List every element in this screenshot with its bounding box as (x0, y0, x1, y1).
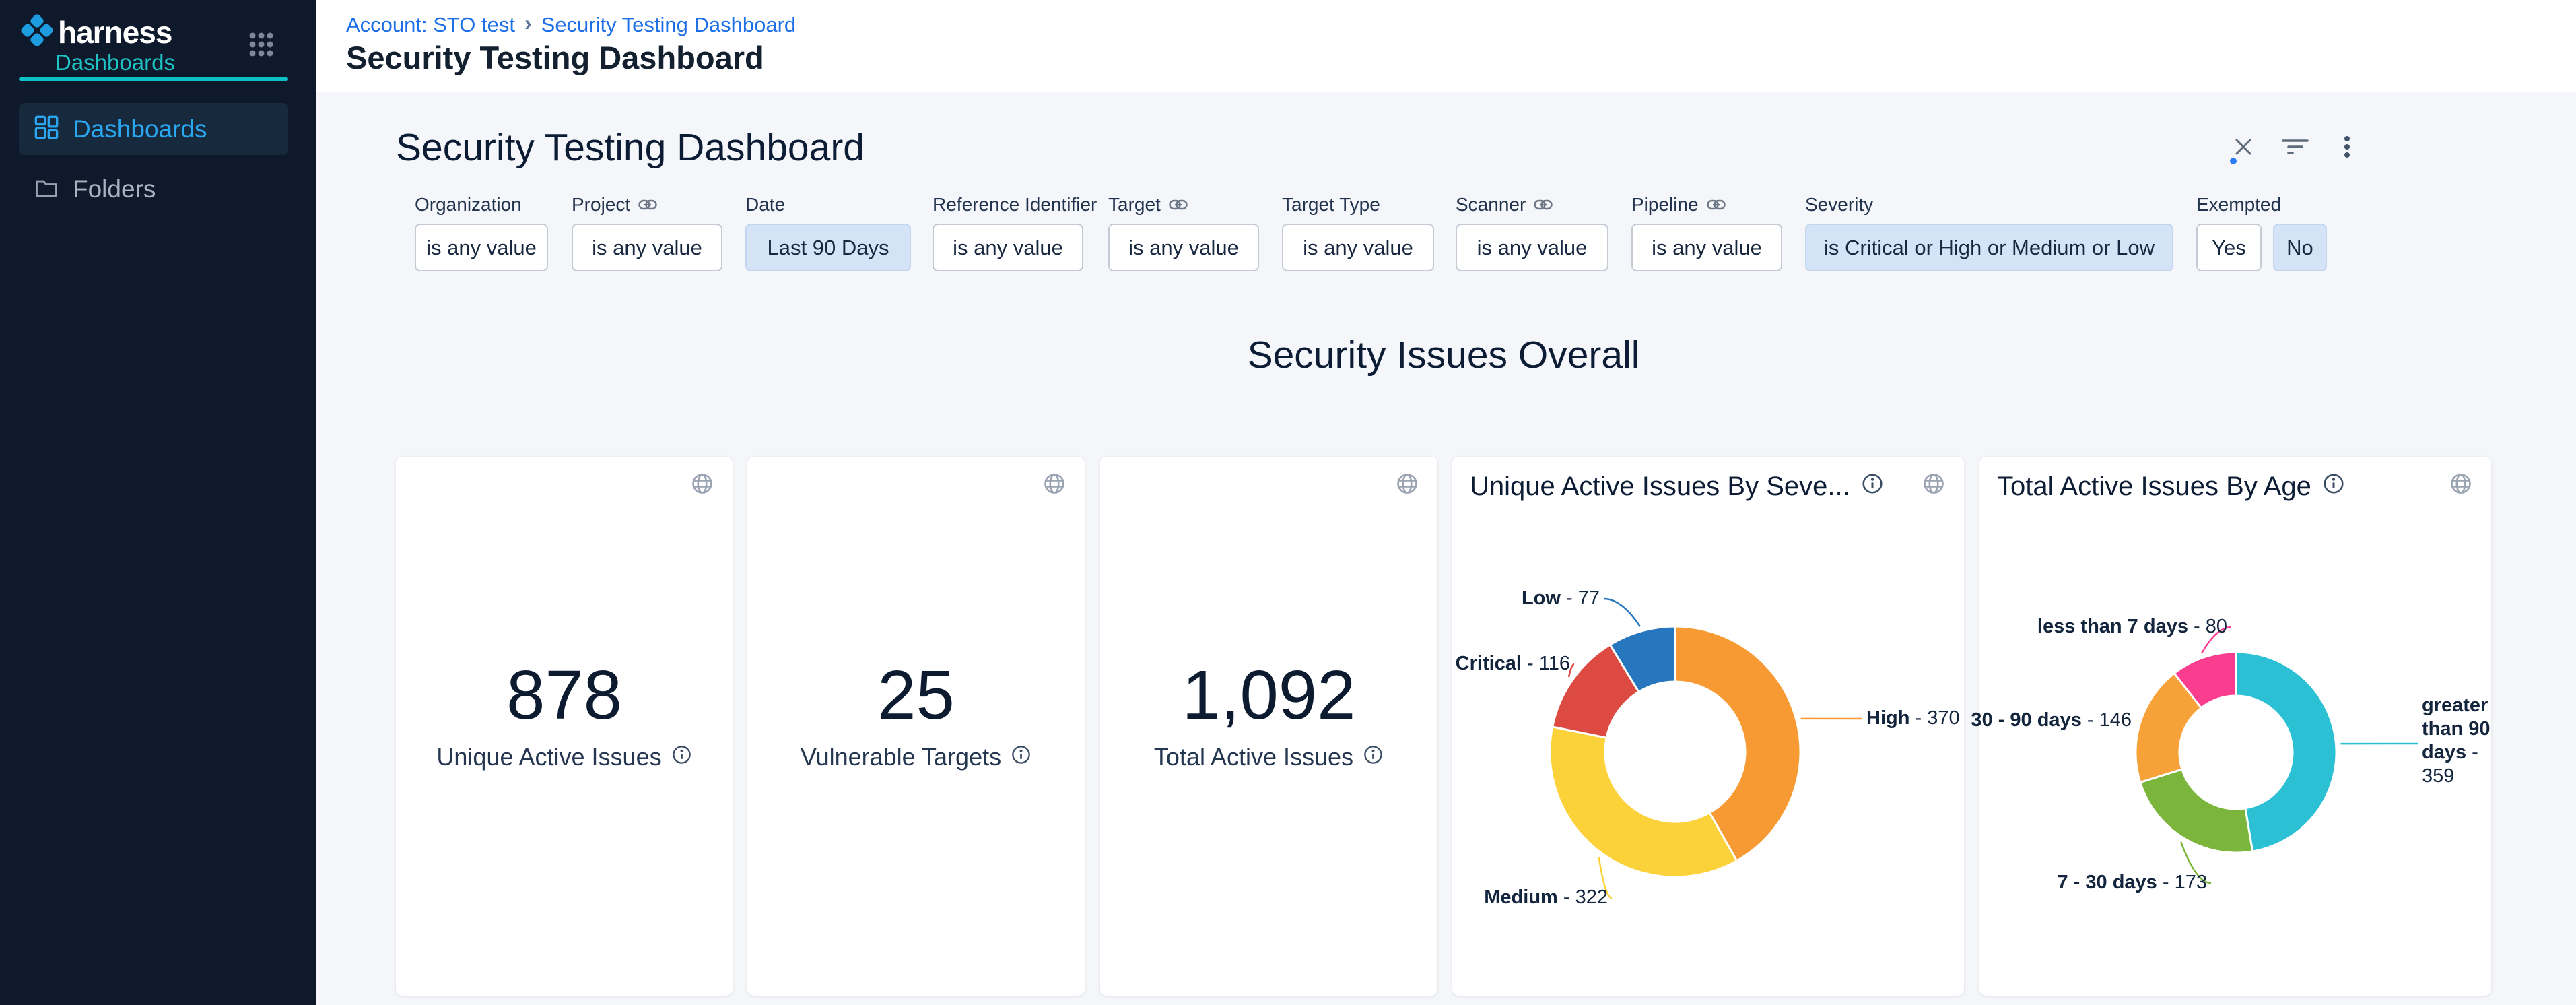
globe-icon[interactable] (689, 471, 715, 500)
chart-title-row: Total Active Issues By Age (1997, 472, 2345, 502)
page-title: Security Testing Dashboard (346, 39, 764, 76)
donut-label-low: Low - 77 (1522, 587, 1600, 610)
stat-value: 25 (747, 655, 1085, 733)
filter-label-project: Project (572, 193, 657, 217)
filter-chip-scanner[interactable]: is any value (1456, 224, 1608, 271)
stat-label: Unique Active Issues (436, 743, 661, 771)
dashboard-toolbar (2232, 133, 2359, 164)
filter-chip-pipeline[interactable]: is any value (1631, 224, 1782, 271)
info-icon[interactable] (1011, 743, 1031, 771)
link-icon (1169, 198, 1188, 212)
folder-icon (34, 174, 59, 203)
donut-label-greater-than-90-days: greater than 90 days - 359 (2422, 694, 2501, 788)
donut-label-high: High - 370 (1866, 707, 1960, 730)
donut-label-less-than-7-days: less than 7 days - 80 (2037, 615, 2227, 639)
donut-label-critical: Critical - 116 (1456, 652, 1570, 676)
filter-label-severity: Severity (1805, 193, 1873, 217)
section-heading: Security Issues Overall (396, 333, 2491, 377)
filter-chip-severity[interactable]: is Critical or High or Medium or Low (1805, 224, 2173, 271)
info-icon[interactable] (2322, 472, 2345, 502)
filter-chip-project[interactable]: is any value (572, 224, 722, 271)
filter-label-date: Date (745, 193, 785, 217)
stat-value: 1,092 (1100, 655, 1437, 733)
sidebar-item-dashboards[interactable]: Dashboards (19, 103, 288, 155)
donut-label-7-30-days: 7 - 30 days - 173 (2058, 871, 2208, 895)
filter-icon[interactable] (2280, 135, 2310, 162)
filter-label-exempted: Exempted (2196, 193, 2281, 217)
filter-chip-organization[interactable]: is any value (415, 224, 548, 271)
globe-icon[interactable] (1394, 471, 1420, 500)
stat-label-row: Total Active Issues (1100, 743, 1437, 771)
sidebar-item-label: Dashboards (73, 115, 207, 143)
product-label: Dashboards (55, 50, 175, 75)
breadcrumb: Account: STO test › Security Testing Das… (346, 12, 796, 37)
stat-label-row: Vulnerable Targets (747, 743, 1085, 771)
filter-chip-reference-identifier[interactable]: is any value (933, 224, 1083, 271)
kebab-menu-icon[interactable] (2336, 133, 2359, 164)
sidebar-teal-divider (19, 77, 288, 81)
filter-label-target: Target (1108, 193, 1188, 217)
breadcrumb-link-account[interactable]: Account: STO test (346, 13, 515, 37)
top-header: Account: STO test › Security Testing Das… (316, 0, 2576, 92)
globe-icon[interactable] (2448, 471, 2474, 500)
stat-label: Total Active Issues (1154, 743, 1353, 771)
cursor-dot (2230, 158, 2237, 164)
stat-value: 878 (396, 655, 733, 733)
donut-label-30-90-days: 30 - 90 days - 146 (1971, 709, 2132, 732)
filter-label-organization: Organization (415, 193, 522, 217)
sidebar: harness Dashboards Dashboards (0, 0, 316, 1005)
harness-logo-icon (20, 13, 54, 51)
sidebar-item-folders[interactable]: Folders (19, 163, 288, 215)
globe-icon[interactable] (1042, 471, 1067, 500)
dashboard-tiles-icon (34, 115, 59, 143)
link-icon (638, 198, 657, 212)
module-switcher-grid-icon[interactable] (246, 30, 276, 63)
app-root: harness Dashboards Dashboards (0, 0, 2576, 1005)
stat-label: Vulnerable Targets (801, 743, 1001, 771)
filter-label-target-type: Target Type (1282, 193, 1380, 217)
donut-label-medium: Medium - 322 (1484, 886, 1608, 909)
stat-label-row: Unique Active Issues (396, 743, 733, 771)
link-icon (1707, 198, 1726, 212)
globe-icon[interactable] (1921, 471, 1946, 500)
breadcrumb-link-dashboard[interactable]: Security Testing Dashboard (541, 13, 796, 37)
chart-title: Total Active Issues By Age (1997, 472, 2311, 502)
stat-card-vulnerable-targets: 25 Vulnerable Targets (747, 457, 1085, 996)
info-icon[interactable] (1363, 743, 1384, 771)
stat-card-unique-active-issues: 878 Unique Active Issues (396, 457, 733, 996)
chevron-right-icon: › (524, 11, 532, 36)
brand-wordmark: harness (58, 14, 172, 51)
info-icon[interactable] (671, 743, 692, 771)
filter-exempted-no-button[interactable]: No (2273, 224, 2327, 271)
harness-logo[interactable]: harness (20, 13, 172, 51)
filter-chip-target-type[interactable]: is any value (1282, 224, 1434, 271)
filter-label-pipeline: Pipeline (1631, 193, 1726, 217)
chart-title: Unique Active Issues By Seve... (1470, 472, 1850, 502)
dashboard-title: Security Testing Dashboard (396, 125, 865, 170)
filter-exempted-yes-button[interactable]: Yes (2196, 224, 2262, 271)
sidebar-item-label: Folders (73, 175, 156, 203)
stat-card-total-active-issues: 1,092 Total Active Issues (1100, 457, 1437, 996)
filter-chip-date[interactable]: Last 90 Days (745, 224, 911, 271)
chart-title-row: Unique Active Issues By Seve... (1470, 472, 1884, 502)
filter-label-scanner: Scanner (1456, 193, 1553, 217)
filter-chip-target[interactable]: is any value (1108, 224, 1259, 271)
filter-label-reference-identifier: Reference Identifier (933, 193, 1097, 217)
info-icon[interactable] (1861, 472, 1884, 502)
link-icon (1534, 198, 1553, 212)
